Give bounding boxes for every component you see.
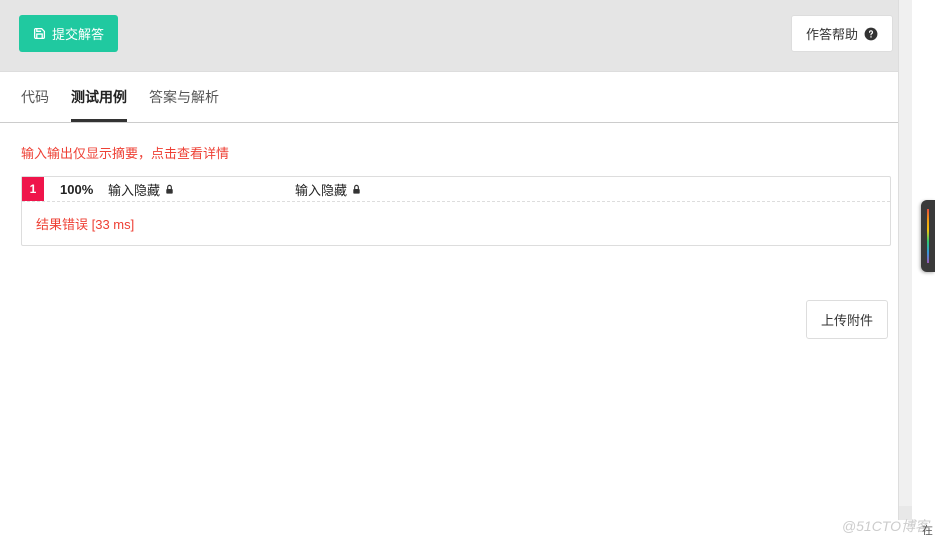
testcase-input: 输入隐藏	[108, 180, 175, 199]
help-label: 作答帮助	[806, 24, 858, 43]
question-circle-icon	[864, 27, 878, 41]
testcase-list: 1 100% 输入隐藏 输入隐藏	[21, 176, 891, 246]
submit-answer-label: 提交解答	[52, 24, 104, 43]
submit-answer-button[interactable]: 提交解答	[19, 15, 118, 52]
watermark: @51CTO博客	[842, 516, 929, 536]
side-feedback-widget[interactable]	[921, 200, 935, 272]
lock-icon	[351, 184, 362, 195]
lock-icon	[164, 184, 175, 195]
tab-solution[interactable]: 答案与解析	[149, 72, 219, 122]
testcase-score: 100%	[60, 182, 108, 197]
testcase-input-label: 输入隐藏	[108, 180, 160, 199]
testcase-panel: 输入输出仅显示摘要，点击查看详情 1 100% 输入隐藏 输入隐藏	[0, 123, 912, 266]
testcase-row[interactable]: 1 100% 输入隐藏 输入隐藏	[22, 177, 890, 202]
tabs: 代码 测试用例 答案与解析	[0, 72, 912, 123]
testcase-output-label: 输入隐藏	[295, 180, 347, 199]
upload-attachment-button[interactable]: 上传附件	[806, 300, 888, 339]
rainbow-strip-icon	[927, 209, 929, 263]
help-button[interactable]: 作答帮助	[791, 15, 893, 52]
testcase-hint: 输入输出仅显示摘要，点击查看详情	[21, 143, 891, 162]
header-bar: 提交解答 作答帮助	[0, 0, 912, 72]
vertical-scrollbar[interactable]	[898, 0, 912, 520]
watermark-sub: 在	[922, 522, 933, 538]
save-icon	[33, 27, 46, 40]
tab-code[interactable]: 代码	[21, 72, 49, 122]
testcase-result: 结果错误 [33 ms]	[22, 202, 890, 245]
tab-testcases[interactable]: 测试用例	[71, 72, 127, 122]
testcase-index-badge: 1	[22, 177, 44, 201]
testcase-output: 输入隐藏	[295, 180, 362, 199]
